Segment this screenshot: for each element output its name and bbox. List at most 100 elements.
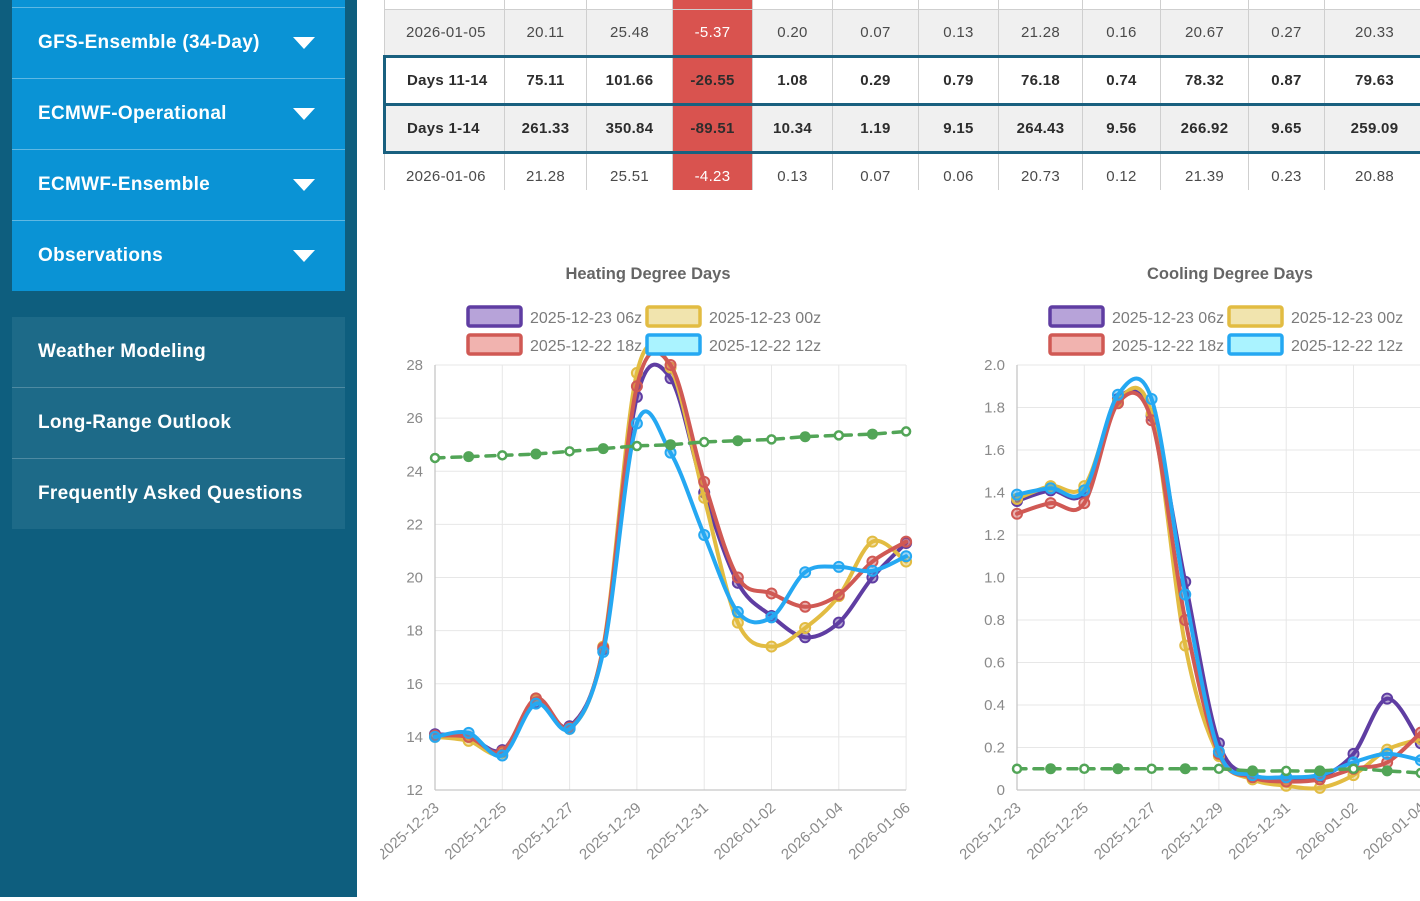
legend-item[interactable]: 2025-12-23 00z bbox=[647, 307, 821, 327]
cell-value bbox=[587, 0, 673, 10]
cell-value: 264.43 bbox=[999, 105, 1083, 153]
sidebar-item-ecmwf-ensemble[interactable]: ECMWF-Ensemble bbox=[12, 149, 345, 220]
cell-value: 20.33 bbox=[1325, 10, 1420, 57]
data-point bbox=[1416, 755, 1420, 765]
data-point bbox=[1112, 763, 1123, 774]
data-point bbox=[430, 732, 440, 742]
y-axis-tick-label: 0.4 bbox=[984, 697, 1005, 714]
legend-item[interactable]: 2025-12-23 06z bbox=[1050, 307, 1224, 327]
y-axis-tick-label: 22 bbox=[406, 516, 423, 533]
sidebar: GFS-Ensemble (34-Day) ECMWF-Operational … bbox=[0, 0, 357, 897]
data-point bbox=[834, 562, 844, 572]
data-point bbox=[1079, 498, 1089, 508]
data-point bbox=[700, 438, 708, 446]
table-row: 2026-01-0520.1125.48-5.370.200.070.1321.… bbox=[385, 10, 1420, 57]
legend-item[interactable]: 2025-12-22 18z bbox=[1050, 335, 1224, 355]
table-row: 2026-01-0621.2825.51-4.230.130.070.0620.… bbox=[385, 153, 1420, 191]
cell-value: 0.87 bbox=[1249, 57, 1325, 105]
data-point bbox=[800, 567, 810, 577]
x-axis-tick-label: 2026-01-04 bbox=[1360, 799, 1420, 863]
degree-days-table-wrap: 2026-01-0520.1125.48-5.370.200.070.1321.… bbox=[383, 0, 1420, 190]
y-axis-tick-label: 1.4 bbox=[984, 485, 1005, 502]
data-point bbox=[1282, 767, 1290, 775]
data-point bbox=[1180, 763, 1191, 774]
data-point bbox=[1147, 394, 1157, 404]
cell-value: 261.33 bbox=[505, 105, 587, 153]
cell-value: 20.88 bbox=[1325, 153, 1420, 191]
series-2025-12-23 06z bbox=[1012, 391, 1420, 783]
chevron-down-icon bbox=[293, 250, 315, 262]
data-point bbox=[497, 750, 507, 760]
sidebar-item-partial[interactable] bbox=[12, 0, 345, 7]
series-2025-12-22 12z bbox=[1012, 379, 1420, 783]
cell-value bbox=[919, 0, 999, 10]
data-point bbox=[1013, 765, 1021, 773]
data-point bbox=[530, 448, 541, 459]
y-axis-tick-label: 14 bbox=[406, 729, 423, 746]
table-row: Days 1-14261.33350.84-89.5110.341.199.15… bbox=[385, 105, 1420, 153]
cell-value bbox=[1325, 0, 1420, 10]
cell-value: 0.27 bbox=[1249, 10, 1325, 57]
table-row bbox=[385, 0, 1420, 10]
sidebar-links: Weather Modeling Long-Range Outlook Freq… bbox=[12, 317, 345, 529]
cell-value bbox=[505, 0, 587, 10]
sidebar-item-gfs-ensemble[interactable]: GFS-Ensemble (34-Day) bbox=[12, 7, 345, 78]
data-point bbox=[498, 451, 506, 459]
data-point bbox=[867, 429, 878, 440]
cell-value bbox=[1249, 0, 1325, 10]
data-point bbox=[1113, 390, 1123, 400]
y-axis-tick-label: 20 bbox=[406, 570, 423, 587]
cell-negative: -26.55 bbox=[673, 57, 753, 105]
cell-value bbox=[999, 0, 1083, 10]
row-label: 2026-01-06 bbox=[385, 153, 505, 191]
data-point bbox=[1350, 765, 1358, 773]
chart-title: Cooling Degree Days bbox=[1147, 265, 1313, 283]
legend-label: 2025-12-23 00z bbox=[709, 310, 821, 327]
legend-label: 2025-12-22 18z bbox=[530, 338, 642, 355]
data-point bbox=[1180, 590, 1190, 600]
data-point bbox=[733, 607, 743, 617]
cooling-degree-days-chart: 00.20.40.60.81.01.21.41.61.82.02025-12-2… bbox=[960, 258, 1420, 901]
x-axis-tick-label: 2025-12-25 bbox=[442, 799, 510, 863]
data-point bbox=[699, 530, 709, 540]
data-point bbox=[768, 435, 776, 443]
x-axis-tick-label: 2025-12-29 bbox=[576, 799, 644, 863]
sidebar-item-weather-modeling[interactable]: Weather Modeling bbox=[12, 317, 345, 387]
data-point bbox=[464, 728, 474, 738]
data-point bbox=[733, 618, 743, 628]
cell-value: 350.84 bbox=[587, 105, 673, 153]
data-point bbox=[1382, 694, 1392, 704]
sidebar-item-label: Frequently Asked Questions bbox=[38, 483, 303, 505]
chevron-down-icon bbox=[293, 179, 315, 191]
cell-value: 0.06 bbox=[919, 153, 999, 191]
data-point bbox=[1045, 763, 1056, 774]
data-point bbox=[598, 647, 608, 657]
data-point bbox=[901, 551, 911, 561]
legend-item[interactable]: 2025-12-22 12z bbox=[1229, 335, 1403, 355]
data-point bbox=[431, 454, 439, 462]
y-axis-tick-label: 16 bbox=[406, 676, 423, 693]
sidebar-item-observations[interactable]: Observations bbox=[12, 220, 345, 291]
legend-item[interactable]: 2025-12-23 00z bbox=[1229, 307, 1403, 327]
row-label: 2026-01-05 bbox=[385, 10, 505, 57]
cell-value: 20.11 bbox=[505, 10, 587, 57]
data-point bbox=[633, 442, 641, 450]
sidebar-item-faq[interactable]: Frequently Asked Questions bbox=[12, 458, 345, 529]
x-axis-tick-label: 2026-01-02 bbox=[711, 799, 779, 863]
cell-value: 76.18 bbox=[999, 57, 1083, 105]
sidebar-item-long-range-outlook[interactable]: Long-Range Outlook bbox=[12, 387, 345, 458]
y-axis-tick-label: 1.0 bbox=[984, 570, 1005, 587]
chevron-down-icon bbox=[293, 37, 315, 49]
sidebar-item-label: Long-Range Outlook bbox=[38, 412, 231, 434]
legend-item[interactable]: 2025-12-22 18z bbox=[468, 335, 642, 355]
sidebar-item-ecmwf-operational[interactable]: ECMWF-Operational bbox=[12, 78, 345, 149]
legend-item[interactable]: 2025-12-22 12z bbox=[647, 335, 821, 355]
legend-item[interactable]: 2025-12-23 06z bbox=[468, 307, 642, 327]
data-point bbox=[835, 431, 843, 439]
x-axis-tick-label: 2025-12-27 bbox=[509, 799, 577, 863]
cell-value: 0.16 bbox=[1083, 10, 1161, 57]
cell-value: 20.73 bbox=[999, 153, 1083, 191]
cell-value: 20.67 bbox=[1161, 10, 1249, 57]
cell-value: 10.34 bbox=[753, 105, 833, 153]
data-point bbox=[1382, 765, 1393, 776]
